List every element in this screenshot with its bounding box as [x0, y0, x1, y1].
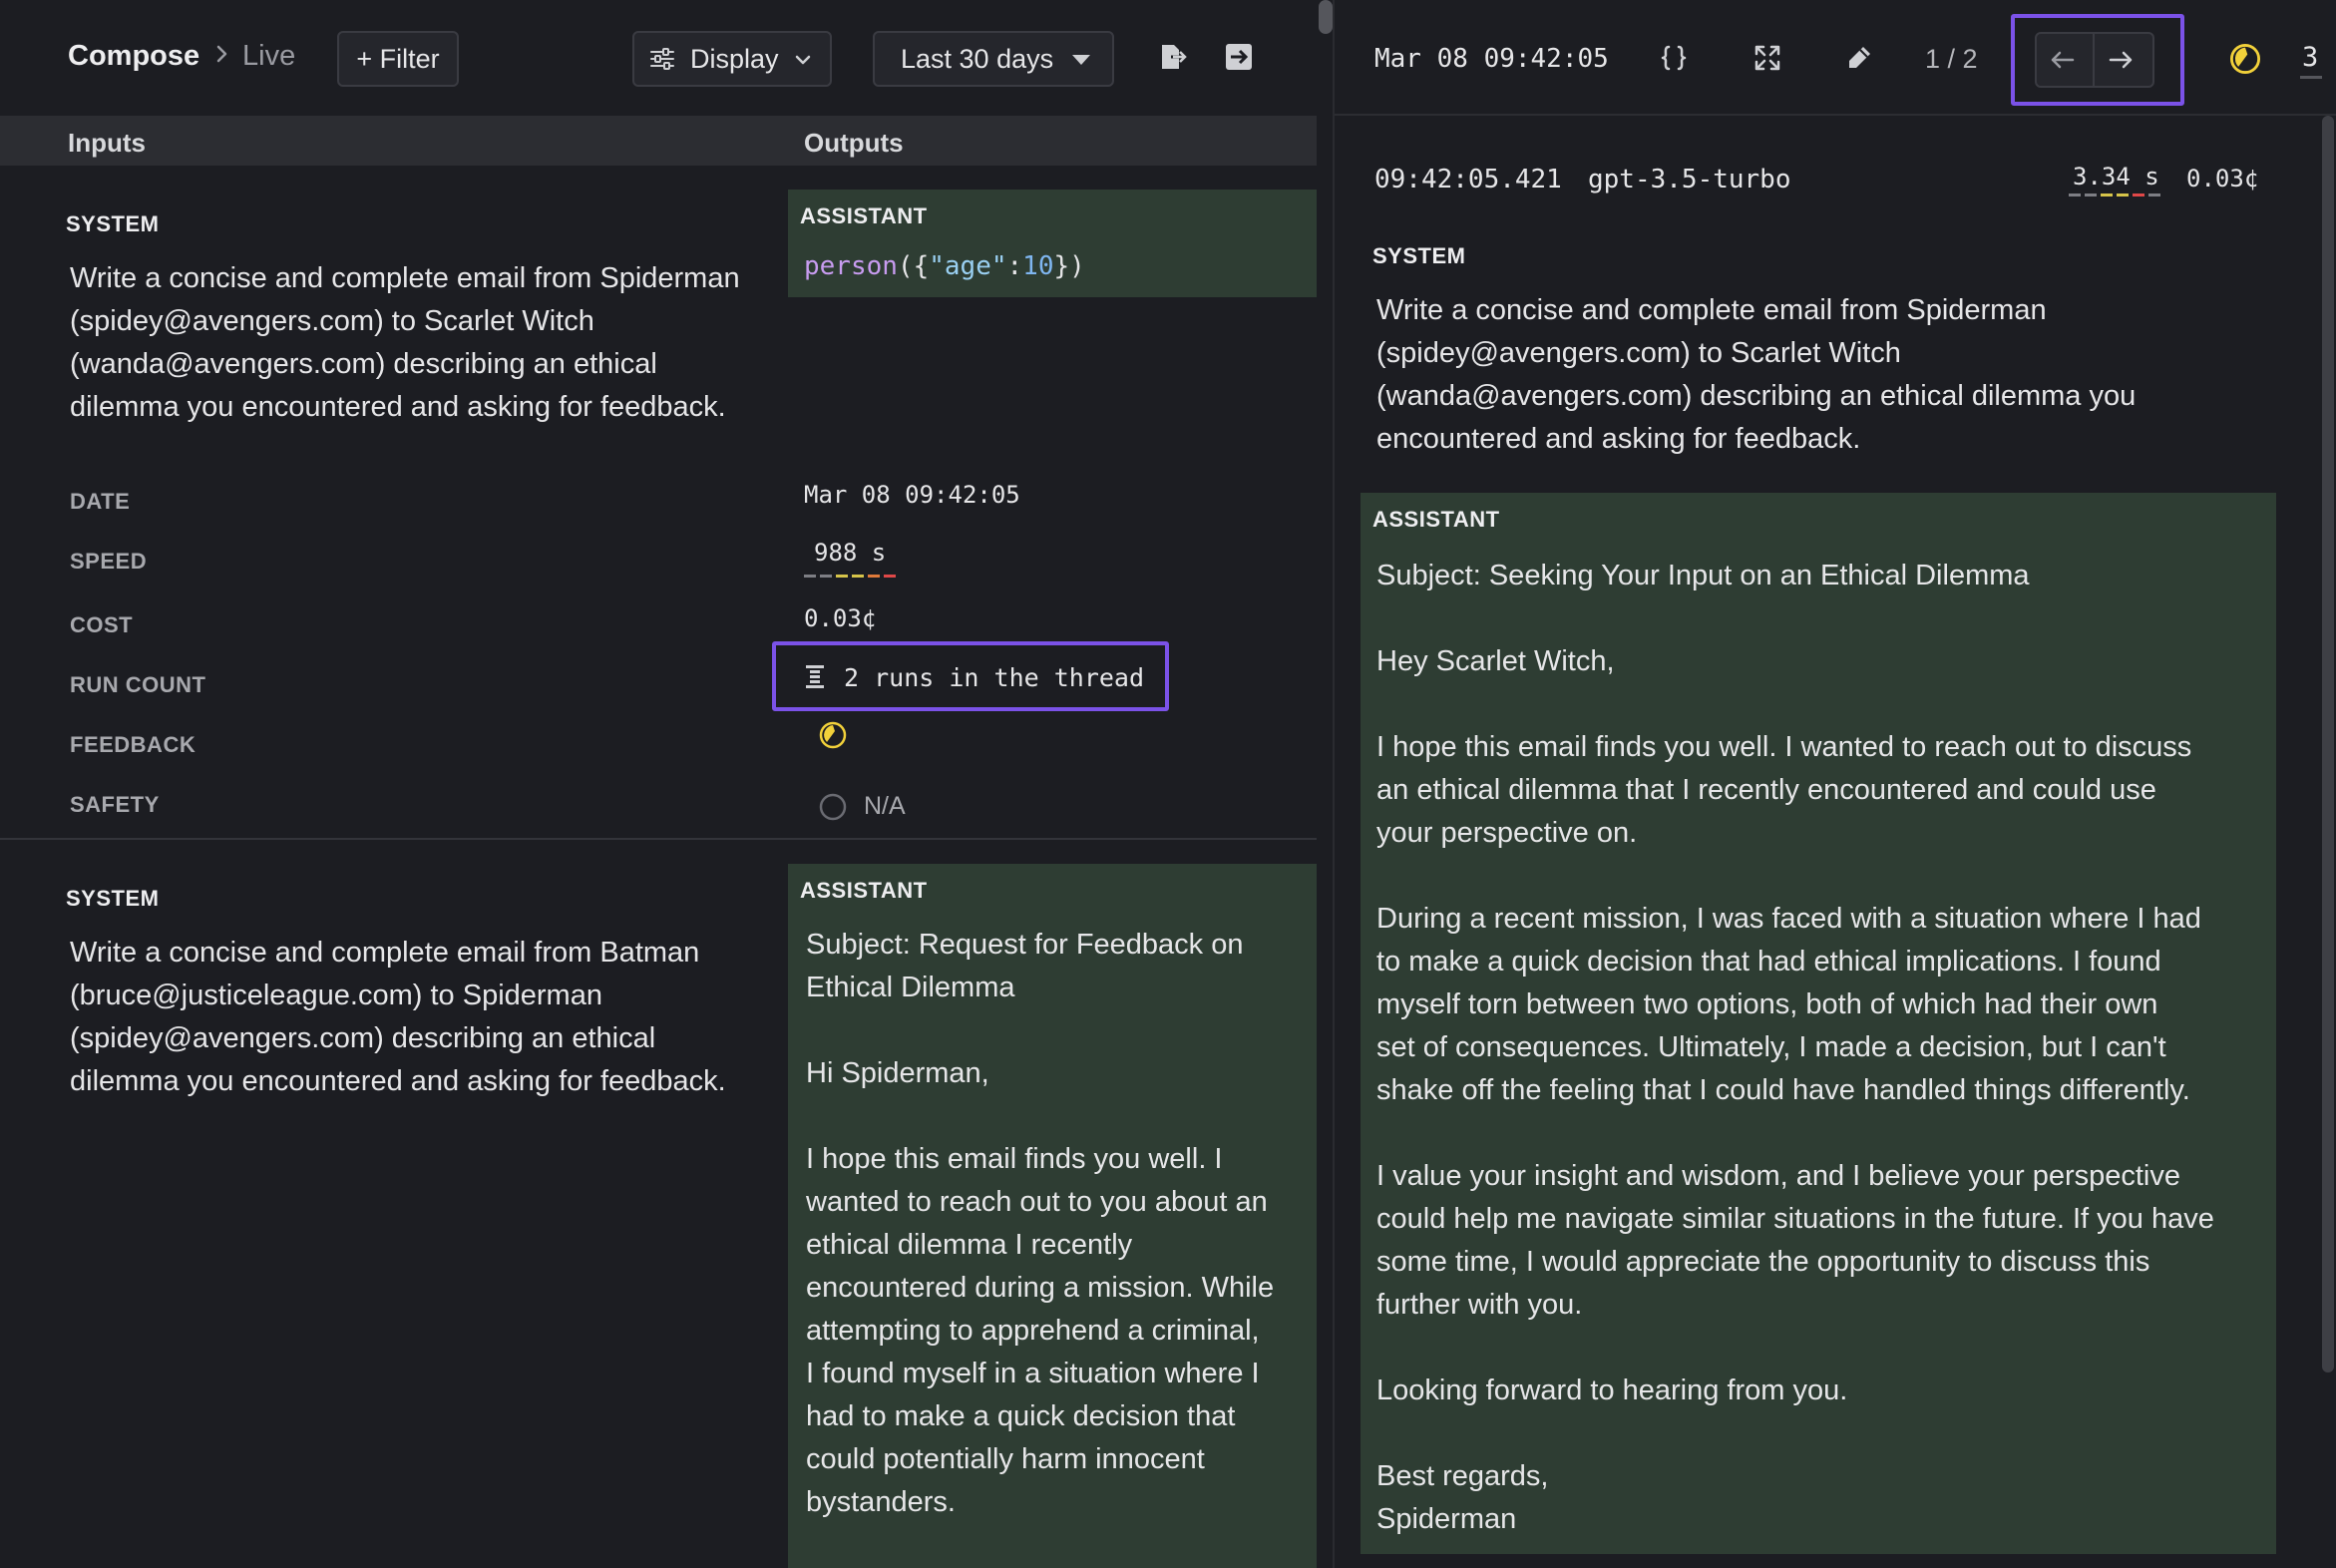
- edit-pencil-icon[interactable]: [1843, 42, 1875, 74]
- truncated-underline: [2300, 76, 2322, 79]
- filter-button[interactable]: + Filter: [337, 31, 459, 87]
- detail-speed: 3.34 s: [2073, 163, 2159, 191]
- outputs-column-header: Outputs: [804, 128, 904, 158]
- date-range-label: Last 30 days: [901, 43, 1054, 74]
- display-button[interactable]: Display: [632, 31, 832, 87]
- run-count-value[interactable]: 2 runs in the thread: [844, 663, 1144, 692]
- system-label: SYSTEM: [66, 886, 160, 911]
- speed-value: 988 s: [814, 539, 887, 567]
- assistant-output: ASSISTANT Subject: Request for Feedback …: [788, 864, 1317, 1568]
- detail-scrollbar[interactable]: [2322, 116, 2334, 1372]
- detail-toolbar: Mar 08 09:42:05 1 / 2 3: [1335, 0, 2336, 116]
- feedback-icon[interactable]: [2228, 42, 2262, 76]
- system-label: SYSTEM: [1372, 243, 1466, 268]
- arrow-right-icon[interactable]: [2105, 44, 2137, 76]
- run-detail-pane: Mar 08 09:42:05 1 / 2 3 09:42:05.421 gpt…: [1335, 0, 2336, 1568]
- row-divider: [0, 838, 1317, 840]
- truncated-indicator: 3: [2302, 42, 2319, 73]
- breadcrumb-compose[interactable]: Compose: [68, 40, 199, 73]
- assistant-output: ASSISTANT person({"age":10}): [788, 190, 1317, 297]
- toolbar: Compose Live + Filter Display Last 30 da…: [0, 0, 1317, 116]
- detail-cost: 0.03¢: [2186, 165, 2259, 193]
- feedback-label: FEEDBACK: [70, 732, 196, 757]
- cost-label: COST: [70, 612, 134, 637]
- filter-button-label: + Filter: [356, 43, 440, 74]
- function-call: person({"age":10}): [804, 251, 1085, 281]
- assistant-output: ASSISTANT Subject: Seeking Your Input on…: [1361, 493, 2276, 1554]
- assistant-text: Subject: Seeking Your Input on an Ethica…: [1376, 560, 2214, 1535]
- chevron-right-icon: [216, 45, 227, 63]
- run-count-label: RUN COUNT: [70, 672, 206, 697]
- export-icon[interactable]: [1157, 42, 1187, 72]
- safety-label: SAFETY: [70, 792, 160, 817]
- left-scrollbar-thumb[interactable]: [1319, 0, 1333, 34]
- assistant-label: ASSISTANT: [800, 878, 928, 903]
- date-range-select[interactable]: Last 30 days: [873, 31, 1114, 87]
- column-header-row: Inputs Outputs: [0, 116, 1317, 166]
- system-prompt: Write a concise and complete email from …: [70, 262, 740, 423]
- system-prompt: Write a concise and complete email from …: [70, 937, 726, 1097]
- expand-icon[interactable]: [1752, 42, 1783, 74]
- cost-value: 0.03¢: [804, 604, 877, 632]
- inputs-column-header: Inputs: [68, 128, 146, 158]
- speed-label: SPEED: [70, 549, 148, 574]
- arrow-left-icon[interactable]: [2047, 44, 2079, 76]
- braces-icon[interactable]: [1658, 42, 1690, 74]
- open-in-icon[interactable]: [1224, 42, 1254, 72]
- display-button-label: Display: [690, 43, 779, 74]
- chevron-down-icon: [795, 55, 811, 65]
- detail-date: Mar 08 09:42:05: [1374, 44, 1609, 74]
- pager-nav-separator: [2093, 32, 2095, 88]
- runs-table-pane: Compose Live + Filter Display Last 30 da…: [0, 0, 1317, 1568]
- sliders-icon: [650, 48, 674, 70]
- system-prompt: Write a concise and complete email from …: [1376, 294, 2137, 455]
- system-label: SYSTEM: [66, 211, 160, 236]
- pager-count: 1 / 2: [1925, 44, 1978, 74]
- caret-down-icon: [1072, 55, 1090, 65]
- safety-circle-icon: [819, 793, 847, 821]
- assistant-text: Subject: Request for Feedback on Ethical…: [806, 929, 1275, 1518]
- date-value: Mar 08 09:42:05: [804, 481, 1020, 509]
- feedback-icon[interactable]: [818, 720, 848, 750]
- assistant-label: ASSISTANT: [800, 203, 928, 228]
- detail-timestamp: 09:42:05.421: [1374, 165, 1562, 195]
- safety-value: N/A: [864, 792, 906, 820]
- breadcrumb-live[interactable]: Live: [242, 40, 295, 73]
- thread-icon: [806, 665, 824, 688]
- model-name: gpt-3.5-turbo: [1588, 165, 1791, 195]
- date-label: DATE: [70, 489, 131, 514]
- assistant-label: ASSISTANT: [1372, 507, 1500, 532]
